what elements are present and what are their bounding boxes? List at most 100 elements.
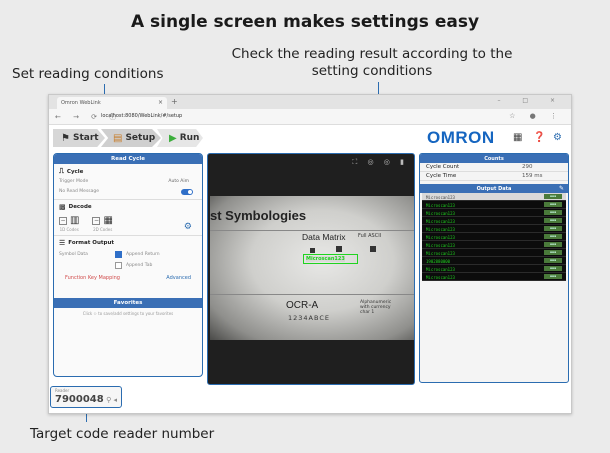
cycle-count-row: Cycle Count 290 — [420, 163, 568, 172]
url-field[interactable]: localhost:8080/WebLink/#/setup — [101, 112, 221, 122]
append-tab-label: Append Tab — [126, 263, 153, 268]
browser-window: Omron WebLink × + – □ × ← → ⟳ ⓘ localhos… — [48, 94, 572, 414]
format-icon: ☰ — [59, 239, 66, 247]
append-return-label: Append Return — [126, 252, 160, 257]
trigger-mode-row[interactable]: Trigger Mode Auto Aim — [59, 179, 197, 186]
headline: A single screen makes settings easy — [130, 12, 480, 32]
format-output-section: ☰ Format Output Symbol Data Append Retur… — [54, 236, 202, 284]
minus-icon[interactable]: − — [59, 216, 67, 225]
reader-selector[interactable]: Reader 7900048 ⚲ ◂ — [50, 386, 122, 408]
list-item[interactable]: Microscan123 ▪▪▪ — [422, 233, 566, 241]
append-return-row: Symbol Data Append Return — [59, 251, 197, 258]
no-read-row: No Read Message — [59, 189, 197, 196]
qr-code-icon[interactable]: ▦ — [103, 215, 112, 226]
results-panel: Counts Cycle Count 290 Cycle Time 159 ms… — [419, 153, 569, 383]
status-badge: ▪▪▪ — [544, 250, 562, 255]
status-badge: ▪▪▪ — [544, 234, 562, 239]
status-badge: ▪▪▪ — [544, 242, 562, 247]
no-read-toggle[interactable] — [181, 189, 193, 195]
setup-button[interactable]: ▤ Setup — [101, 129, 161, 147]
list-item[interactable]: Microscan123 ▪▪▪ — [422, 201, 566, 209]
new-tab-icon[interactable]: + — [171, 97, 178, 106]
status-badge: ▪▪▪ — [544, 202, 562, 207]
close-icon[interactable]: × — [158, 99, 163, 106]
ocr-a-text: OCR-A — [286, 300, 319, 311]
full-ascii-text: Full ASCII — [358, 233, 382, 239]
minus-icon[interactable]: − — [92, 216, 101, 225]
counts-title: Counts — [420, 154, 568, 163]
status-badge: ▪▪▪ — [544, 266, 562, 271]
append-tab-checkbox[interactable] — [115, 262, 122, 269]
no-read-label: No Read Message — [59, 189, 100, 194]
list-item[interactable]: Microscan123 ▪▪▪ — [422, 265, 566, 273]
status-badge: ▪▪▪ — [544, 194, 562, 199]
gear-icon[interactable]: ⚙ — [553, 132, 562, 143]
symbol-data-label: Symbol Data — [59, 252, 88, 257]
edit-icon[interactable]: ✎ — [559, 185, 564, 192]
format-header: Format Output — [68, 240, 114, 246]
status-badge: ▪▪▪ — [544, 274, 562, 279]
barcode-1d-icon[interactable]: ▥ — [70, 215, 79, 226]
panel-title: Read Cycle — [54, 154, 202, 164]
camera-title-text: st Symbologies — [210, 208, 307, 223]
function-key-mapping-link[interactable]: Function Key Mapping — [65, 275, 120, 281]
trigger-mode-label: Trigger Mode — [59, 179, 89, 184]
list-item[interactable]: Microscan123 ▪▪▪ — [422, 209, 566, 217]
decode-section: ▩ Decode − ▥ 1D Codes − ▦ 2D Codes ⚙ — [54, 200, 202, 236]
viewer-tool-icons[interactable]: ⛶ ◎ ◎ ▮ — [352, 158, 408, 167]
favorites-title: Favorites — [54, 298, 202, 308]
list-item[interactable]: Microscan123 ▪▪▪ — [422, 217, 566, 225]
output-data-title: Output Data ✎ — [420, 184, 568, 193]
decode-1d-group: − ▥ 1D Codes — [59, 215, 79, 232]
list-item[interactable]: Microscan123 ▪▪▪ — [422, 193, 566, 201]
output-data-list: Microscan123 ▪▪▪ Microscan123 ▪▪▪ Microsca… — [422, 193, 566, 281]
reader-label: Reader — [55, 388, 70, 393]
camera-viewer[interactable]: ⛶ ◎ ◎ ▮ st Symbologies Data Matrix Full … — [207, 153, 415, 385]
output-data-label: Output Data — [476, 186, 512, 192]
run-label: Run — [179, 133, 200, 143]
cycle-time-label: Cycle Time — [426, 173, 457, 179]
alphanumeric-text: Alphanumeric with currency char 1 — [360, 300, 392, 315]
list-item[interactable]: Microscan123 ▪▪▪ — [422, 273, 566, 281]
favorites-hint: Click ✩ to save/add settings to your fav… — [82, 311, 174, 316]
decode-header: Decode — [68, 204, 92, 210]
decode-result-text: Microscan123 — [306, 256, 345, 262]
decode-settings-icon[interactable]: ⚙ — [184, 222, 192, 232]
browser-menu-icons[interactable]: ☆ ● ⋮ — [509, 112, 563, 120]
location-icon[interactable]: ⚲ ◂ — [106, 396, 117, 404]
callout-target: Target code reader number — [30, 426, 215, 442]
append-return-checkbox[interactable] — [115, 251, 122, 258]
barcode-icon[interactable]: ▦ — [513, 132, 522, 143]
browser-tab[interactable]: Omron WebLink × — [57, 97, 167, 109]
cycle-time-value: 159 ms — [522, 173, 543, 179]
callout-result: Check the reading result according to th… — [231, 46, 513, 79]
reader-number: 7900048 — [55, 394, 104, 405]
status-badge: ▪▪▪ — [544, 258, 562, 263]
address-bar: ← → ⟳ ⓘ localhost:8080/WebLink/#/setup ☆… — [49, 109, 571, 125]
start-label: Start — [72, 133, 99, 143]
append-tab-row: Append Tab — [59, 262, 197, 269]
cycle-icon: ⎍ — [59, 167, 64, 175]
list-item[interactable]: Microscan123 ▪▪▪ — [422, 241, 566, 249]
run-button[interactable]: ▶ Run — [157, 129, 203, 147]
flag-icon: ⚑ — [61, 132, 70, 144]
clipboard-icon: ▤ — [113, 132, 123, 144]
decode-2d-group: − ▦ 2D Codes — [92, 215, 113, 232]
list-item[interactable]: Microscan123 ▪▪▪ — [422, 249, 566, 257]
decode-1d-label: 1D Codes — [59, 227, 79, 232]
tab-title: Omron WebLink — [61, 100, 101, 106]
window-controls[interactable]: – □ × — [497, 97, 565, 104]
trigger-mode-value: Auto Aim — [168, 179, 189, 184]
ocr-digits-text: 1234ABCE — [288, 314, 330, 322]
advanced-link[interactable]: Advanced — [166, 275, 191, 281]
status-badge: ▪▪▪ — [544, 226, 562, 231]
app-toolbar: ⚑ Start ▤ Setup ▶ Run OMRON ▦ ❓ ⚙ — [49, 125, 571, 151]
decode-icon: ▩ — [59, 203, 66, 211]
setup-label: Setup — [125, 133, 156, 143]
start-button[interactable]: ⚑ Start — [53, 129, 105, 147]
cycle-time-row: Cycle Time 159 ms — [420, 172, 568, 181]
status-badge: ▪▪▪ — [544, 218, 562, 223]
help-icon[interactable]: ❓ — [533, 132, 545, 143]
list-item[interactable]: 1902880000 ▪▪▪ — [422, 257, 566, 265]
list-item[interactable]: Microscan123 ▪▪▪ — [422, 225, 566, 233]
